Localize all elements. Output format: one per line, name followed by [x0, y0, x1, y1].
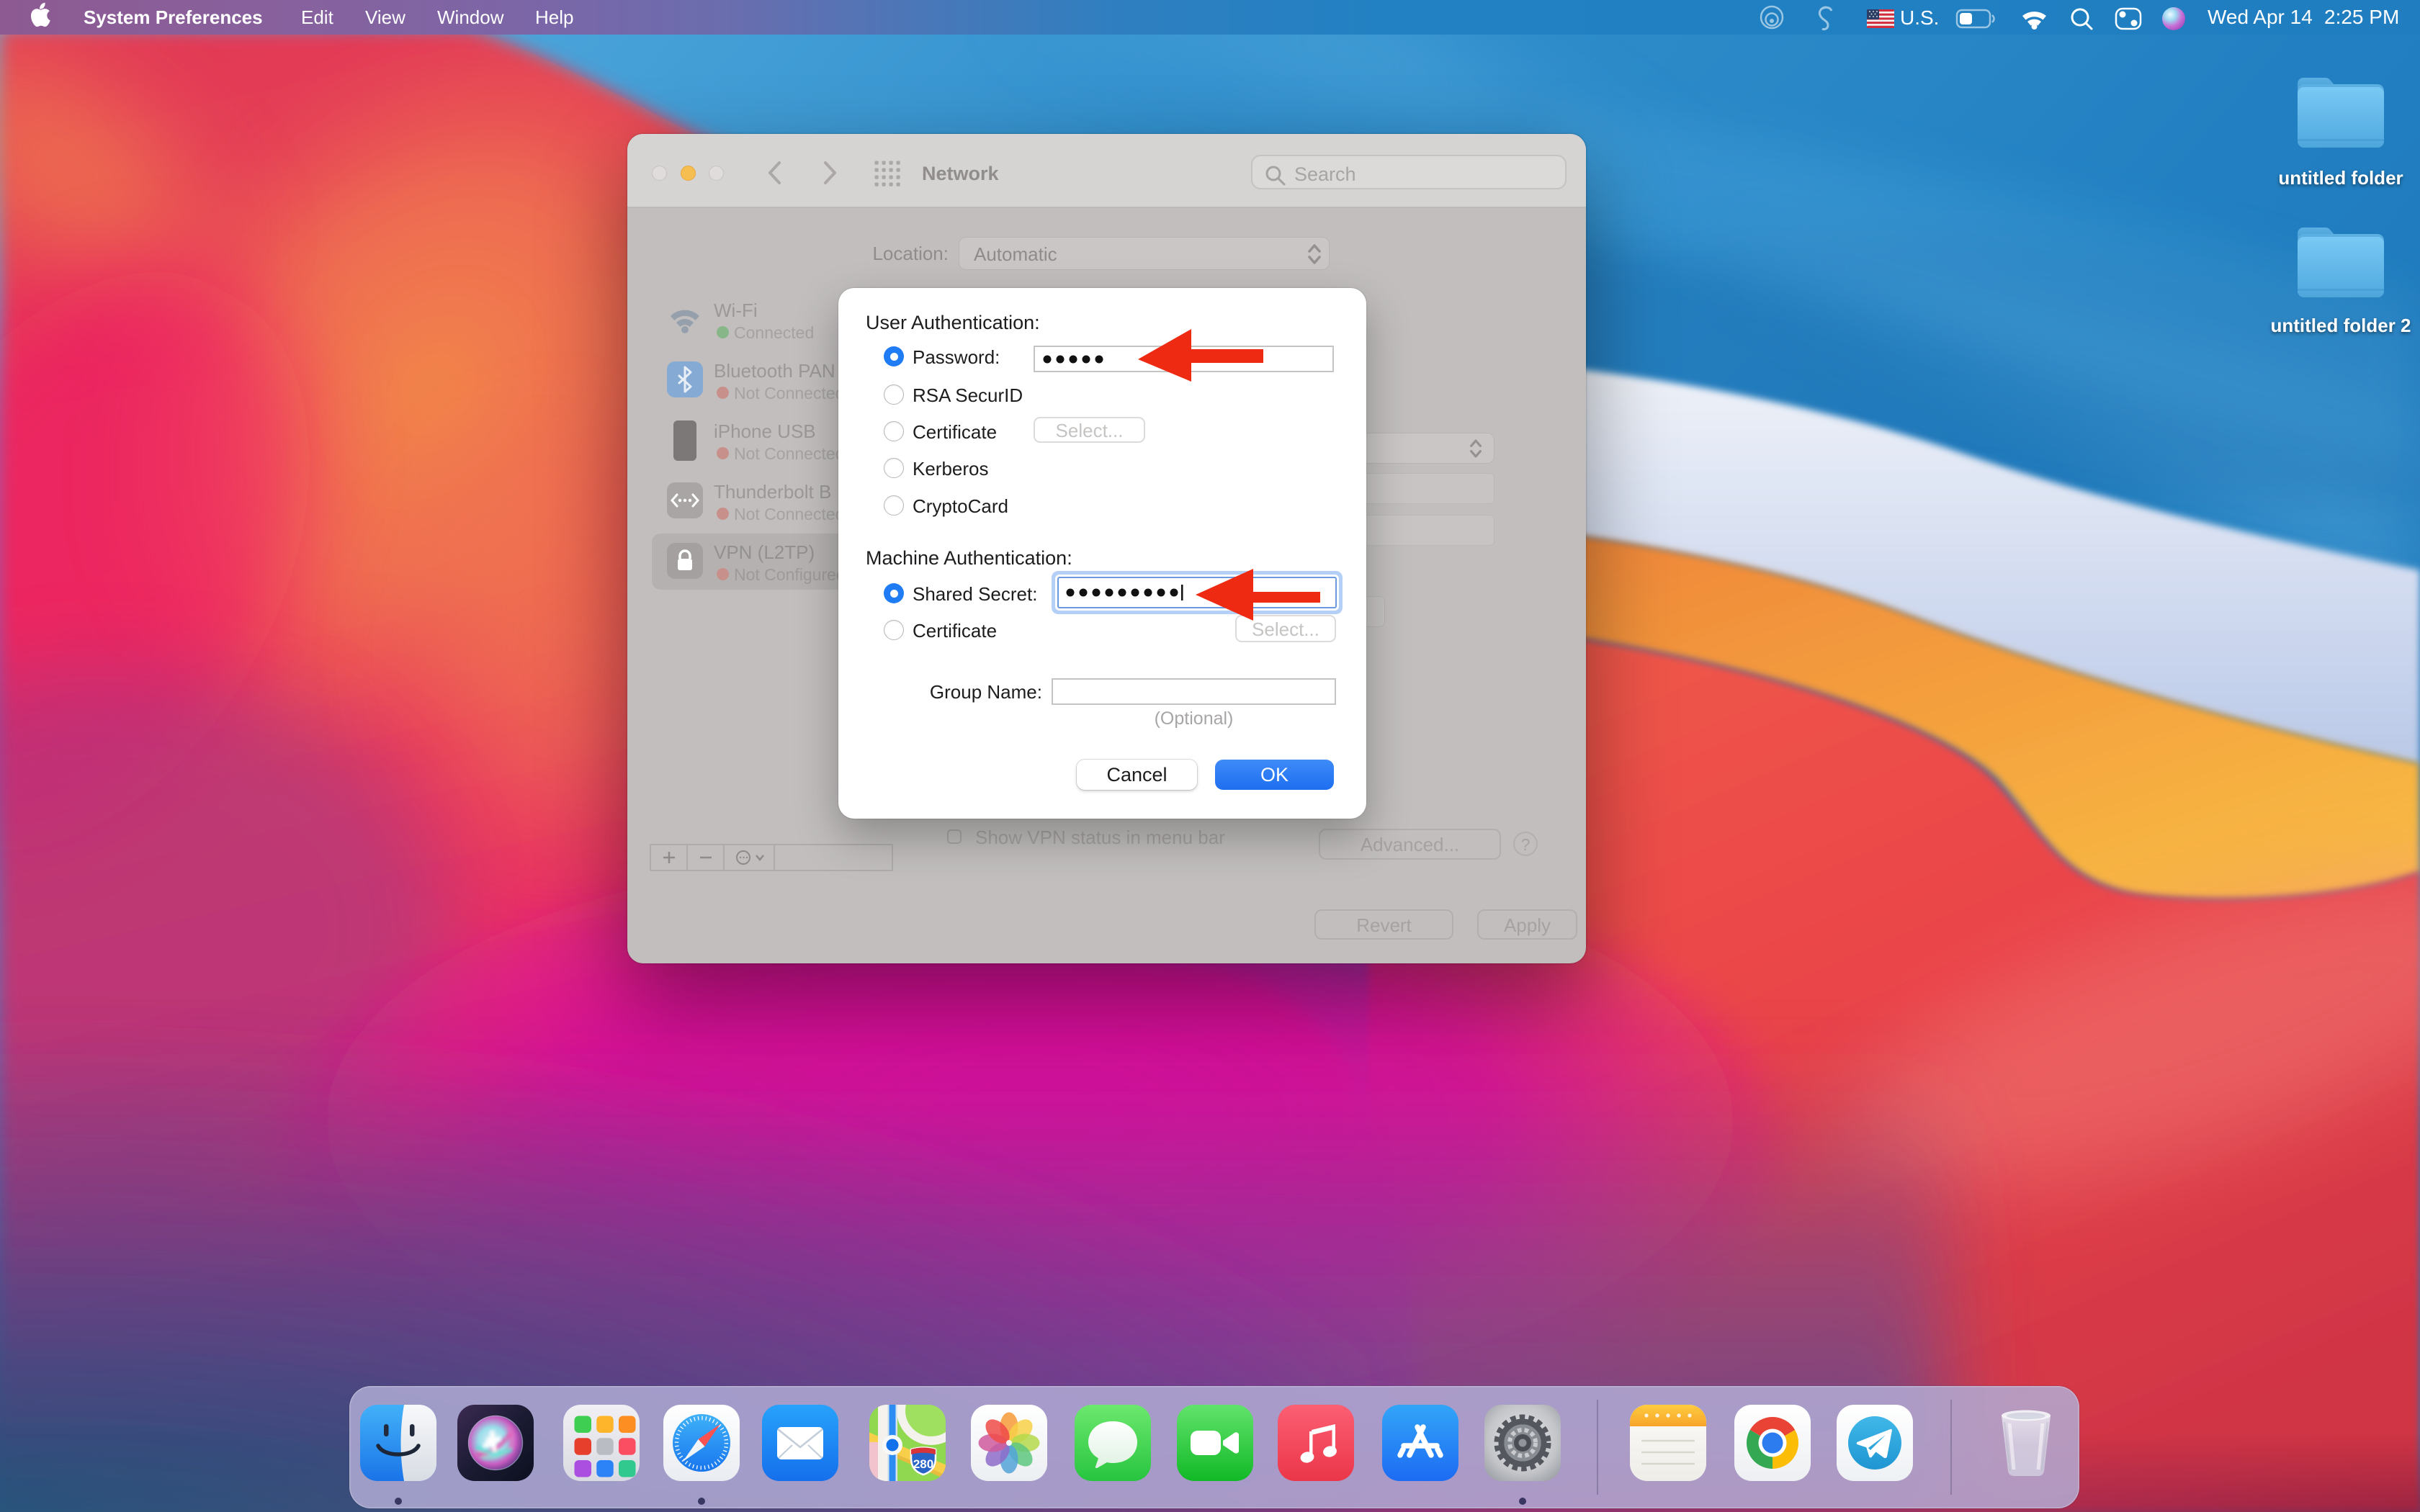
svg-text:System Preferences: System Preferences: [84, 6, 263, 28]
svg-text:Help: Help: [535, 6, 573, 28]
svg-text:Window: Window: [437, 6, 504, 28]
svg-text:280: 280: [913, 1457, 933, 1471]
svg-text:Edit: Edit: [301, 6, 334, 28]
svg-text:Wed Apr 14: Wed Apr 14: [2208, 6, 2313, 28]
svg-text:2:25 PM: 2:25 PM: [2324, 6, 2399, 28]
svg-text:U.S.: U.S.: [1900, 6, 1939, 29]
svg-text:View: View: [365, 6, 405, 28]
